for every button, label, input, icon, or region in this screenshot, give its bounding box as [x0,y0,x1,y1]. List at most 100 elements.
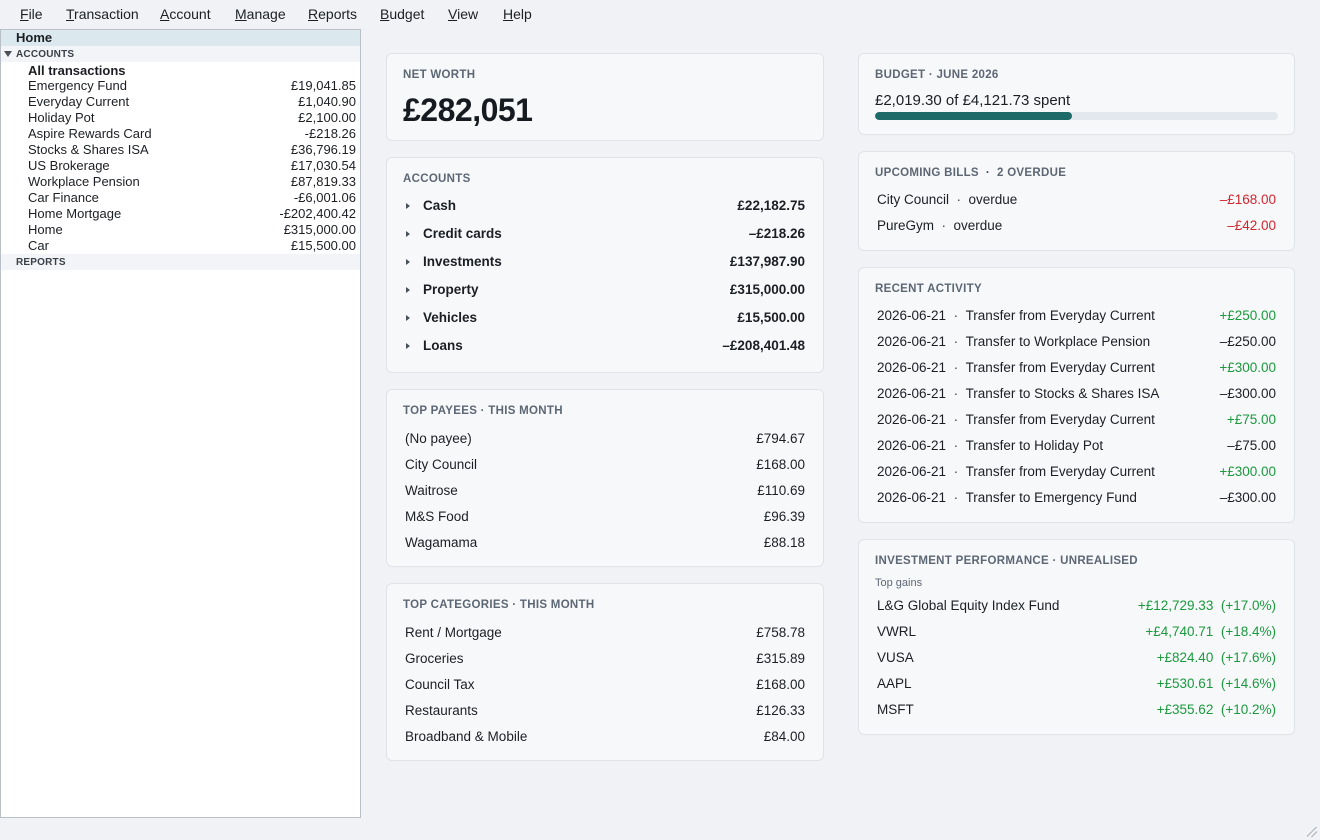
sidebar-account-item[interactable]: Stocks & Shares ISA £36,796.19 [1,142,360,158]
expand-chevron-icon[interactable] [406,287,410,293]
sidebar-account-item[interactable]: Workplace Pension £87,819.33 [1,174,360,190]
payee-name: (No payee) [405,431,472,446]
list-item[interactable]: (No payee) £794.67 [405,429,805,449]
sidebar-account-item[interactable]: US Brokerage £17,030.54 [1,158,360,174]
collapse-triangle-icon[interactable] [4,51,12,57]
sidebar-section-label: REPORTS [16,257,66,268]
account-group-row[interactable]: Loans –£208,401.48 [403,336,805,356]
category-name: Restaurants [405,703,478,718]
budget-progress-bar [875,112,1278,120]
expand-chevron-icon[interactable] [406,315,410,321]
account-balance: £15,500.00 [290,238,356,253]
menu-reports[interactable]: Reports [308,6,357,22]
sidebar-item-home[interactable]: Home [1,30,360,46]
sidebar-item-all-transactions[interactable]: All transactions [28,63,126,79]
activity-row[interactable]: 2026-06-21 · Transfer from Everyday Curr… [877,358,1276,378]
bill-row[interactable]: City Council · overdue –£168.00 [877,190,1276,210]
sidebar-account-item[interactable]: Emergency Fund £19,041.85 [1,78,360,94]
menu-transaction[interactable]: Transaction [66,6,139,22]
investment-row[interactable]: MSFT +£355.62 (+10.2%) [877,700,1276,720]
activity-row[interactable]: 2026-06-21 · Transfer from Everyday Curr… [877,306,1276,326]
card-title: ACCOUNTS [403,173,471,185]
expand-chevron-icon[interactable] [406,231,410,237]
activity-date: 2026-06-21 [877,438,947,453]
account-group-row[interactable]: Credit cards –£218.26 [403,224,805,244]
sidebar: Home ACCOUNTS All transactions Emergency… [0,29,361,818]
activity-row[interactable]: 2026-06-21 · Transfer from Everyday Curr… [877,462,1276,482]
list-item[interactable]: Restaurants £126.33 [405,701,805,721]
budget-card[interactable]: BUDGET · JUNE 2026 £2,019.30 of £4,121.7… [858,53,1295,135]
card-title: RECENT ACTIVITY [875,283,982,295]
sidebar-account-item[interactable]: Home Mortgage -£202,400.42 [1,206,360,222]
sidebar-account-item[interactable]: Home £315,000.00 [1,222,360,238]
list-item[interactable]: Broadband & Mobile £84.00 [405,727,805,747]
sidebar-section-reports[interactable]: REPORTS [1,254,360,270]
list-item[interactable]: Wagamama £88.18 [405,533,805,553]
menu-file[interactable]: File [20,6,43,22]
category-amount: £758.78 [756,625,805,640]
sidebar-section-label: ACCOUNTS [16,49,75,60]
sidebar-home-label: Home [16,30,53,45]
card-title: BUDGET · JUNE 2026 [875,69,999,81]
account-group-row[interactable]: Investments £137,987.90 [403,252,805,272]
account-balance: -£202,400.42 [279,206,356,221]
activity-row[interactable]: 2026-06-21 · Transfer to Workplace Pensi… [877,332,1276,352]
account-balance: £315,000.00 [283,222,356,237]
expand-chevron-icon[interactable] [406,203,410,209]
account-group-name: Credit cards [423,226,502,241]
sidebar-account-item[interactable]: Aspire Rewards Card -£218.26 [1,126,360,142]
sidebar-section-accounts[interactable]: ACCOUNTS [1,46,360,62]
expand-chevron-icon[interactable] [406,259,410,265]
card-title: UPCOMING BILLS · 2 OVERDUE [875,167,1067,179]
card-title: TOP CATEGORIES · THIS MONTH [403,599,595,611]
activity-row[interactable]: 2026-06-21 · Transfer to Holiday Pot –£75… [877,436,1276,456]
payee-amount: £110.69 [757,483,805,498]
account-name: Car Finance [28,190,99,205]
menu-budget[interactable]: Budget [380,6,424,22]
activity-date: 2026-06-21 [877,490,947,505]
bill-row[interactable]: PureGym · overdue –£42.00 [877,216,1276,236]
activity-row[interactable]: 2026-06-21 · Transfer to Stocks & Shares… [877,384,1276,404]
holding-gain: +£355.62 [1156,702,1214,717]
investment-row[interactable]: VWRL +£4,740.71 (+18.4%) [877,622,1276,642]
expand-chevron-icon[interactable] [406,343,410,349]
holding-gain: +£4,740.71 [1145,624,1214,639]
account-group-row[interactable]: Cash £22,182.75 [403,196,805,216]
sidebar-account-item[interactable]: Holiday Pot £2,100.00 [1,110,360,126]
holding-name: MSFT [877,702,914,717]
activity-date: 2026-06-21 [877,360,947,375]
account-group-row[interactable]: Vehicles £15,500.00 [403,308,805,328]
list-item[interactable]: Council Tax £168.00 [405,675,805,695]
window-resize-grip-icon[interactable] [1307,827,1317,837]
investment-row[interactable]: VUSA +£824.40 (+17.6%) [877,648,1276,668]
card-title: TOP PAYEES · THIS MONTH [403,405,563,417]
investment-row[interactable]: L&G Global Equity Index Fund +£12,729.33… [877,596,1276,616]
sidebar-account-item[interactable]: Everyday Current £1,040.90 [1,94,360,110]
holding-gain-pct: (+10.2%) [1220,702,1276,717]
sidebar-account-item[interactable]: Car £15,500.00 [1,238,360,254]
menu-help[interactable]: Help [503,6,532,22]
list-item[interactable]: City Council £168.00 [405,455,805,475]
activity-description: Transfer from Everyday Current [965,360,1155,375]
activity-amount: –£300.00 [1219,490,1276,505]
investment-performance-card: INVESTMENT PERFORMANCE · UNREALISED Top … [858,539,1295,735]
activity-date: 2026-06-21 [877,464,947,479]
list-item[interactable]: Groceries £315.89 [405,649,805,669]
activity-row[interactable]: 2026-06-21 · Transfer to Emergency Fund –… [877,488,1276,508]
menu-view[interactable]: View [448,6,478,22]
budget-progress-fill [875,112,1073,120]
account-balance: £19,041.85 [290,78,356,93]
activity-date: 2026-06-21 [877,334,947,349]
menu-account[interactable]: Account [160,6,211,22]
list-item[interactable]: Rent / Mortgage £758.78 [405,623,805,643]
menu-manage[interactable]: Manage [235,6,286,22]
category-name: Broadband & Mobile [405,729,528,744]
activity-row[interactable]: 2026-06-21 · Transfer from Everyday Curr… [877,410,1276,430]
account-group-value: –£208,401.48 [722,338,805,353]
overdue-count-badge: 2 OVERDUE [997,167,1067,179]
account-group-row[interactable]: Property £315,000.00 [403,280,805,300]
sidebar-account-item[interactable]: Car Finance -£6,001.06 [1,190,360,206]
investment-row[interactable]: AAPL +£530.61 (+14.6%) [877,674,1276,694]
list-item[interactable]: Waitrose £110.69 [405,481,805,501]
list-item[interactable]: M&S Food £96.39 [405,507,805,527]
